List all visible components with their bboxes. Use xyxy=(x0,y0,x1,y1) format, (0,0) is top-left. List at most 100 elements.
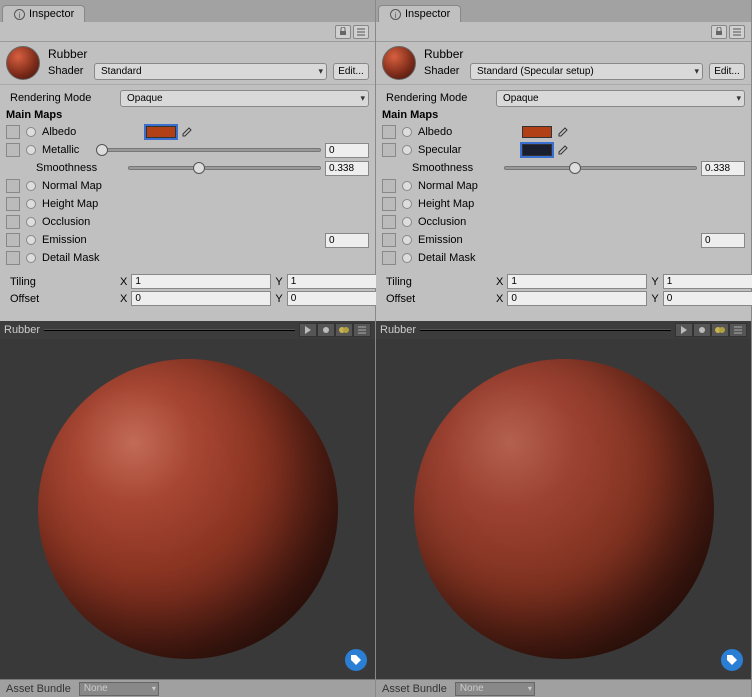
tag-icon[interactable] xyxy=(345,649,367,671)
normal-texture-slot[interactable] xyxy=(382,179,396,193)
height-texture-slot[interactable] xyxy=(382,197,396,211)
emission-field[interactable] xyxy=(701,233,745,248)
menu-icon[interactable] xyxy=(353,25,369,39)
preview-title: Rubber xyxy=(4,324,40,336)
smoothness-slider[interactable] xyxy=(504,161,697,175)
inspector-panel-right: i Inspector Rubber Shader Standard (Spec… xyxy=(376,0,752,697)
y-label: Y xyxy=(275,276,282,288)
menu-icon[interactable] xyxy=(729,323,747,337)
height-texture-slot[interactable] xyxy=(6,197,20,211)
edit-button[interactable]: Edit... xyxy=(333,63,369,80)
detail-label: Detail Mask xyxy=(42,252,142,264)
occlusion-radio[interactable] xyxy=(402,217,412,227)
preview-header: Rubber xyxy=(376,321,751,339)
tab-inspector[interactable]: i Inspector xyxy=(2,5,85,22)
albedo-label: Albedo xyxy=(42,126,142,138)
metallic-texture-slot[interactable] xyxy=(6,143,20,157)
material-preview[interactable] xyxy=(376,339,751,679)
preview-sphere xyxy=(38,359,338,659)
emission-texture-slot[interactable] xyxy=(382,233,396,247)
material-thumbnail xyxy=(382,46,416,80)
light-icon[interactable] xyxy=(317,323,335,337)
panel-top-icons xyxy=(0,22,375,42)
tiling-label: Tiling xyxy=(6,276,116,288)
skybox-icon[interactable] xyxy=(711,323,729,337)
smoothness-slider[interactable] xyxy=(128,161,321,175)
offset-x-field[interactable] xyxy=(507,291,647,306)
tab-inspector[interactable]: i Inspector xyxy=(378,5,461,22)
albedo-radio[interactable] xyxy=(26,127,36,137)
shader-dropdown[interactable]: Standard xyxy=(94,63,327,80)
albedo-texture-slot[interactable] xyxy=(6,125,20,139)
normal-radio[interactable] xyxy=(26,181,36,191)
tag-icon[interactable] xyxy=(721,649,743,671)
asset-bundle-label: Asset Bundle xyxy=(382,683,447,695)
detail-radio[interactable] xyxy=(26,253,36,263)
normal-label: Normal Map xyxy=(418,180,518,192)
albedo-radio[interactable] xyxy=(402,127,412,137)
specular-color[interactable] xyxy=(522,144,552,156)
occlusion-texture-slot[interactable] xyxy=(6,215,20,229)
albedo-color[interactable] xyxy=(146,126,176,138)
specular-texture-slot[interactable] xyxy=(382,143,396,157)
light-icon[interactable] xyxy=(693,323,711,337)
lock-icon[interactable] xyxy=(711,25,727,39)
normal-radio[interactable] xyxy=(402,181,412,191)
shader-label: Shader xyxy=(424,65,464,77)
specular-label: Specular xyxy=(418,144,518,156)
emission-texture-slot[interactable] xyxy=(6,233,20,247)
preview-title: Rubber xyxy=(380,324,416,336)
detail-texture-slot[interactable] xyxy=(382,251,396,265)
eyedropper-icon[interactable] xyxy=(556,144,568,156)
material-preview[interactable] xyxy=(0,339,375,679)
offset-y-field[interactable] xyxy=(663,291,752,306)
metallic-slider[interactable] xyxy=(96,143,321,157)
occlusion-texture-slot[interactable] xyxy=(382,215,396,229)
albedo-color[interactable] xyxy=(522,126,552,138)
tiling-x-field[interactable] xyxy=(507,274,647,289)
albedo-label: Albedo xyxy=(418,126,518,138)
tiling-y-field[interactable] xyxy=(663,274,752,289)
smoothness-label: Smoothness xyxy=(36,162,124,174)
edit-button[interactable]: Edit... xyxy=(709,63,745,80)
y-label: Y xyxy=(275,293,282,305)
occlusion-radio[interactable] xyxy=(26,217,36,227)
play-icon[interactable] xyxy=(675,323,693,337)
specular-radio[interactable] xyxy=(402,145,412,155)
material-header: Rubber Shader Standard (Specular setup) … xyxy=(376,42,751,84)
rendering-mode-dropdown[interactable]: Opaque xyxy=(120,90,369,107)
smoothness-field[interactable] xyxy=(325,161,369,176)
emission-radio[interactable] xyxy=(26,235,36,245)
detail-texture-slot[interactable] xyxy=(6,251,20,265)
metallic-field[interactable] xyxy=(325,143,369,158)
asset-bundle-dropdown[interactable]: None xyxy=(79,682,159,696)
x-label: X xyxy=(120,276,127,288)
skybox-icon[interactable] xyxy=(335,323,353,337)
occlusion-label: Occlusion xyxy=(418,216,518,228)
lock-icon[interactable] xyxy=(335,25,351,39)
eyedropper-icon[interactable] xyxy=(556,126,568,138)
normal-texture-slot[interactable] xyxy=(6,179,20,193)
height-radio[interactable] xyxy=(402,199,412,209)
play-icon[interactable] xyxy=(299,323,317,337)
tab-label: Inspector xyxy=(29,8,74,20)
menu-icon[interactable] xyxy=(353,323,371,337)
menu-icon[interactable] xyxy=(729,25,745,39)
eyedropper-icon[interactable] xyxy=(180,126,192,138)
preview-header: Rubber xyxy=(0,321,375,339)
asset-bundle-dropdown[interactable]: None xyxy=(455,682,535,696)
metallic-radio[interactable] xyxy=(26,145,36,155)
smoothness-field[interactable] xyxy=(701,161,745,176)
y-label: Y xyxy=(651,293,658,305)
emission-field[interactable] xyxy=(325,233,369,248)
height-radio[interactable] xyxy=(26,199,36,209)
detail-radio[interactable] xyxy=(402,253,412,263)
tiling-x-field[interactable] xyxy=(131,274,271,289)
emission-radio[interactable] xyxy=(402,235,412,245)
shader-dropdown[interactable]: Standard (Specular setup) xyxy=(470,63,703,80)
rendering-mode-label: Rendering Mode xyxy=(382,92,492,104)
rendering-mode-dropdown[interactable]: Opaque xyxy=(496,90,745,107)
albedo-texture-slot[interactable] xyxy=(382,125,396,139)
y-label: Y xyxy=(651,276,658,288)
offset-x-field[interactable] xyxy=(131,291,271,306)
